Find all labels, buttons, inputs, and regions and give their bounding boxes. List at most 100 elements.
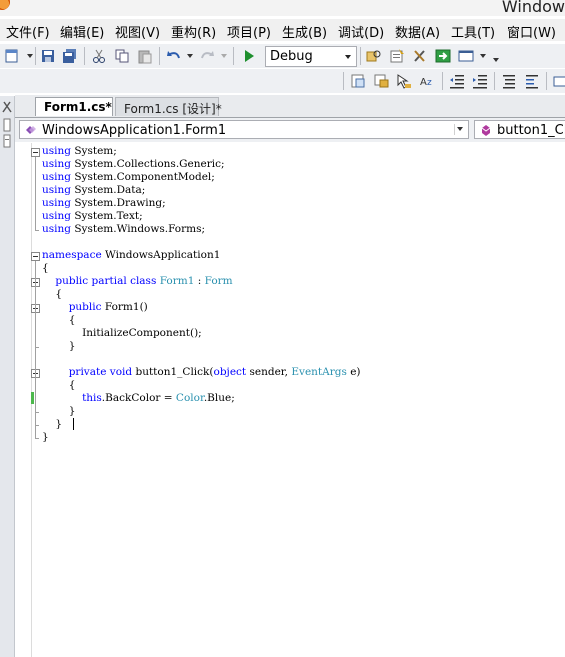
code-line: this.BackColor = Color.Blue;: [82, 392, 235, 404]
undo-icon[interactable]: [166, 48, 182, 64]
outline-guide: [35, 313, 36, 347]
toolbar-separator: [35, 47, 36, 65]
tab-label: Form1.cs*: [44, 100, 112, 114]
menu-refactor[interactable]: 重构(R): [171, 22, 216, 41]
properties-icon[interactable]: [389, 48, 405, 64]
copy-icon[interactable]: [114, 48, 130, 64]
outline-guide-end: [35, 412, 39, 413]
navigation-bar: WindowsApplication1.Form1 button1_Click: [15, 118, 565, 142]
code-line: }: [68, 340, 76, 352]
object-browser-icon[interactable]: [435, 48, 451, 64]
code-line: }: [68, 405, 76, 417]
menu-project[interactable]: 项目(P): [227, 22, 271, 41]
outline-guide-end: [35, 230, 39, 231]
svg-text:A: A: [420, 77, 427, 88]
code-line: {: [42, 262, 49, 274]
decrease-indent-icon[interactable]: [449, 73, 465, 89]
save-icon[interactable]: [40, 48, 56, 64]
undo-dropdown-icon[interactable]: [187, 54, 193, 58]
command-dropdown-icon[interactable]: [480, 54, 486, 58]
outline-guide: [35, 157, 36, 230]
code-line: }: [55, 418, 63, 430]
outline-guide-end: [35, 425, 39, 426]
menu-edit[interactable]: 编辑(E): [60, 22, 104, 41]
display-object-members-icon[interactable]: [350, 73, 366, 89]
menu-view[interactable]: 视图(V): [115, 22, 160, 41]
toolbox-tab-icon[interactable]: [2, 118, 12, 132]
code-line: using System.ComponentModel;: [42, 171, 215, 183]
toolbar-separator: [442, 72, 443, 90]
window-title: Window: [501, 0, 565, 16]
method-icon: [481, 125, 491, 136]
menu-debug[interactable]: 调试(D): [338, 22, 384, 41]
toolbar-separator: [159, 47, 160, 65]
visual-studio-icon: [0, 0, 10, 10]
menu-window[interactable]: 窗口(W): [507, 22, 556, 41]
code-line: private void button1_Click(object sender…: [68, 366, 361, 378]
menu-data[interactable]: 数据(A): [395, 22, 440, 41]
configuration-value: Debug: [270, 49, 313, 64]
toolbar-overflow-icon[interactable]: [493, 58, 499, 62]
text-caret: [73, 418, 74, 430]
title-bar: Window: [0, 0, 565, 16]
paste-icon[interactable]: [137, 48, 153, 64]
parameter-info-icon[interactable]: [373, 73, 389, 89]
collapse-region-icon[interactable]: [31, 252, 40, 261]
collapse-region-icon[interactable]: [31, 148, 40, 157]
command-window-icon[interactable]: [458, 48, 474, 64]
code-line: using System.Data;: [42, 184, 146, 196]
outline-guide-end: [35, 438, 39, 439]
changed-line-marker: [31, 392, 34, 404]
add-new-item-icon[interactable]: [4, 48, 20, 64]
code-line: InitializeComponent();: [82, 327, 202, 339]
bookmark-icon[interactable]: [552, 73, 565, 89]
members-combo-value: button1_Click: [497, 123, 565, 138]
code-editor[interactable]: using System; using System.Collections.Ge…: [15, 143, 565, 657]
toolbar-separator: [360, 47, 361, 65]
comment-out-lines-icon[interactable]: [501, 73, 517, 89]
menu-tools[interactable]: 工具(T): [451, 22, 495, 41]
code-line: {: [55, 288, 63, 300]
complete-word-icon[interactable]: Az: [419, 73, 435, 89]
toolbar-separator: [494, 72, 495, 90]
toolbox-strip: [0, 96, 15, 657]
code-line: using System.Windows.Forms;: [42, 223, 206, 235]
outline-guide: [35, 378, 36, 412]
toolbar-separator: [233, 47, 234, 65]
cut-icon[interactable]: [91, 48, 107, 64]
tab-form1-cs[interactable]: Form1.cs*: [35, 97, 113, 116]
toolbar-separator: [343, 72, 344, 90]
uncomment-lines-icon[interactable]: [524, 73, 540, 89]
editor-gutter: [15, 143, 32, 657]
increase-indent-icon[interactable]: [472, 73, 488, 89]
code-line: }: [42, 431, 49, 443]
start-debugging-icon[interactable]: [241, 48, 257, 64]
data-sources-tab-icon[interactable]: [2, 134, 12, 148]
code-line: using System.Drawing;: [42, 197, 166, 209]
standard-toolbar: Debug: [0, 44, 565, 68]
redo-icon[interactable]: [199, 48, 215, 64]
toolbox-icon[interactable]: [412, 48, 428, 64]
tab-label: Form1.cs [设计]*: [124, 102, 222, 116]
quick-info-icon[interactable]: [396, 73, 412, 89]
members-combo[interactable]: button1_Click: [474, 120, 565, 139]
text-editor-toolbar: Az: [0, 69, 565, 93]
save-all-icon[interactable]: [62, 48, 78, 64]
menu-bar: 文件(F) 编辑(E) 视图(V) 重构(R) 项目(P) 生成(B) 调试(D…: [0, 19, 565, 41]
code-line: {: [68, 379, 76, 391]
code-line: using System.Text;: [42, 210, 143, 222]
redo-dropdown-icon[interactable]: [221, 54, 227, 58]
server-explorer-icon[interactable]: [2, 100, 12, 114]
chevron-down-icon: [345, 55, 351, 59]
menu-file[interactable]: 文件(F): [6, 22, 50, 41]
add-item-dropdown-icon[interactable]: [27, 54, 33, 58]
menu-build[interactable]: 生成(B): [282, 22, 327, 41]
tab-form1-designer[interactable]: Form1.cs [设计]*: [115, 97, 222, 116]
svg-text:z: z: [427, 78, 432, 88]
toolbar-separator: [84, 47, 85, 65]
code-line: using System.Collections.Generic;: [42, 158, 225, 170]
types-combo[interactable]: WindowsApplication1.Form1: [19, 120, 469, 139]
code-line: namespace WindowsApplication1: [42, 249, 221, 261]
find-in-files-icon[interactable]: [366, 48, 382, 64]
solution-configuration-combo[interactable]: Debug: [265, 46, 357, 67]
